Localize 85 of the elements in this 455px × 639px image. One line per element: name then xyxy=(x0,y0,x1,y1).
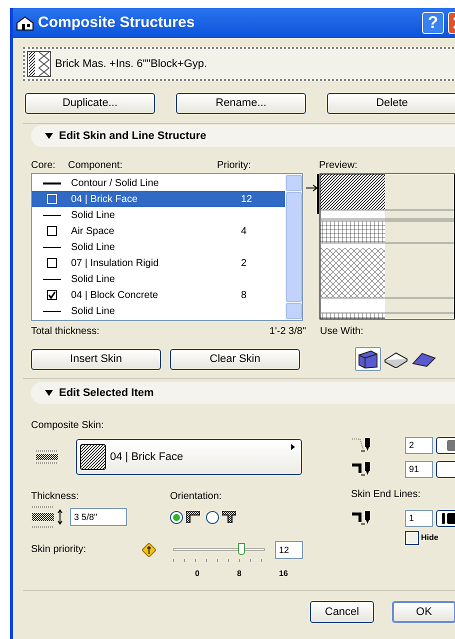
priority-value: 4 xyxy=(241,224,247,238)
component-name: Contour / Solid Line xyxy=(71,176,160,190)
column-header: Core: xyxy=(31,159,56,172)
app-icon xyxy=(16,15,34,31)
column-header: Component: xyxy=(68,159,124,172)
component-name: 04 | Block Concrete xyxy=(71,288,160,302)
hatch-swatch-icon xyxy=(80,444,106,470)
disclosure-icon xyxy=(45,133,53,139)
core-checkbox[interactable] xyxy=(46,226,56,236)
skin-priority-label: Skin priority: xyxy=(31,543,88,557)
hide-checkbox[interactable] xyxy=(405,531,419,545)
skin-button[interactable]: Insert Skin xyxy=(31,348,161,370)
fill-sample-icon xyxy=(36,450,58,464)
line-row[interactable]: Solid Line xyxy=(32,207,285,223)
component-name: Solid Line xyxy=(71,304,116,318)
tick-label: 0 xyxy=(195,568,200,580)
priority-value: 8 xyxy=(241,288,247,302)
action-button[interactable]: Delete xyxy=(327,93,455,114)
line-row[interactable]: Solid Line xyxy=(32,271,285,287)
priority-value: 2 xyxy=(241,256,247,270)
composite-selector[interactable]: Brick Mas. +Ins. 6""Block+Gyp. xyxy=(23,47,455,81)
line-row[interactable]: Contour / Solid Line xyxy=(32,175,285,191)
scrollbar[interactable] xyxy=(285,174,302,320)
help-button[interactable]: ? xyxy=(422,12,444,34)
section-header[interactable]: Edit Skin and Line Structure xyxy=(31,125,455,147)
pen-field[interactable]: 1 xyxy=(405,510,433,526)
thickness-label: Thickness: xyxy=(31,490,80,503)
hide-label: Hide xyxy=(421,532,438,544)
orientation-radio[interactable] xyxy=(206,510,219,524)
orientation-icon xyxy=(222,511,236,523)
use-with-label: Use With: xyxy=(320,325,364,338)
composite-pattern-icon xyxy=(27,51,51,77)
action-button[interactable]: Rename... xyxy=(176,93,306,114)
skin-selector[interactable]: 04 | Brick Face xyxy=(76,439,302,475)
end-lines-label: Skin End Lines: xyxy=(351,488,422,501)
orientation-icon xyxy=(186,511,200,523)
core-checkbox[interactable] xyxy=(46,290,56,300)
pen-icon xyxy=(351,437,373,453)
component-name: Air Space xyxy=(71,224,116,238)
disclosure-icon xyxy=(45,390,53,396)
skin-row[interactable]: 04 | Block Concrete 8 xyxy=(32,287,285,303)
section-title: Edit Skin and Line Structure xyxy=(59,128,206,144)
line-row[interactable]: Solid Line xyxy=(32,303,285,319)
skin-row[interactable]: Air Space 4 xyxy=(32,223,285,239)
component-name: Solid Line xyxy=(71,240,116,254)
skin-name: 04 | Brick Face xyxy=(110,450,184,465)
section-header[interactable]: Edit Selected Item xyxy=(31,382,455,404)
column-header: Priority: xyxy=(217,159,252,172)
action-button[interactable]: Duplicate... xyxy=(25,93,155,114)
dialog-button[interactable]: OK xyxy=(392,601,455,623)
tick-label: 8 xyxy=(237,568,242,580)
pen-field[interactable]: 2 xyxy=(405,436,433,454)
use-with-toggle[interactable] xyxy=(355,347,381,371)
component-name: Solid Line xyxy=(71,272,116,286)
tick-label: 16 xyxy=(279,568,289,580)
component-name: 04 | Brick Face xyxy=(71,192,139,206)
pen-icon xyxy=(351,510,373,526)
dialog-button[interactable]: Cancel xyxy=(310,601,374,623)
orientation-radio[interactable] xyxy=(170,510,183,524)
orientation-label: Orientation: xyxy=(170,490,222,503)
slider-thumb[interactable] xyxy=(238,543,245,555)
total-thickness-label: Total thickness: xyxy=(31,325,100,338)
thickness-field[interactable]: 3 5/8" xyxy=(70,508,127,526)
skin-row[interactable]: 07 | Insulation Rigid 2 xyxy=(32,255,285,271)
composite-skin-label: Composite Skin: xyxy=(31,419,105,432)
component-name: Solid Line xyxy=(71,208,116,222)
slab-icon xyxy=(384,350,408,368)
section-title: Edit Selected Item xyxy=(59,386,154,401)
line-row[interactable]: Solid Line xyxy=(32,239,285,255)
core-checkbox[interactable] xyxy=(46,258,56,268)
component-name: 07 | Insulation Rigid xyxy=(71,256,160,270)
priority-value: 12 xyxy=(241,192,252,206)
pen-field[interactable]: 91 xyxy=(405,460,433,478)
skin-button[interactable]: Clear Skin xyxy=(170,348,300,370)
total-thickness-value: 1'-2 3/8" xyxy=(268,325,306,338)
pen-icon xyxy=(351,461,373,477)
priority-field[interactable]: 12 xyxy=(275,540,303,558)
column-header: Preview: xyxy=(319,159,358,172)
menu-arrow-icon xyxy=(291,444,295,450)
composite-name: Brick Mas. +Ins. 6""Block+Gyp. xyxy=(55,56,208,72)
skin-row[interactable]: 04 | Brick Face 12 xyxy=(32,191,285,207)
priority-icon xyxy=(142,542,156,556)
wall-icon xyxy=(357,349,379,369)
roof-icon xyxy=(412,350,436,368)
window-title: Composite Structures xyxy=(38,12,196,33)
